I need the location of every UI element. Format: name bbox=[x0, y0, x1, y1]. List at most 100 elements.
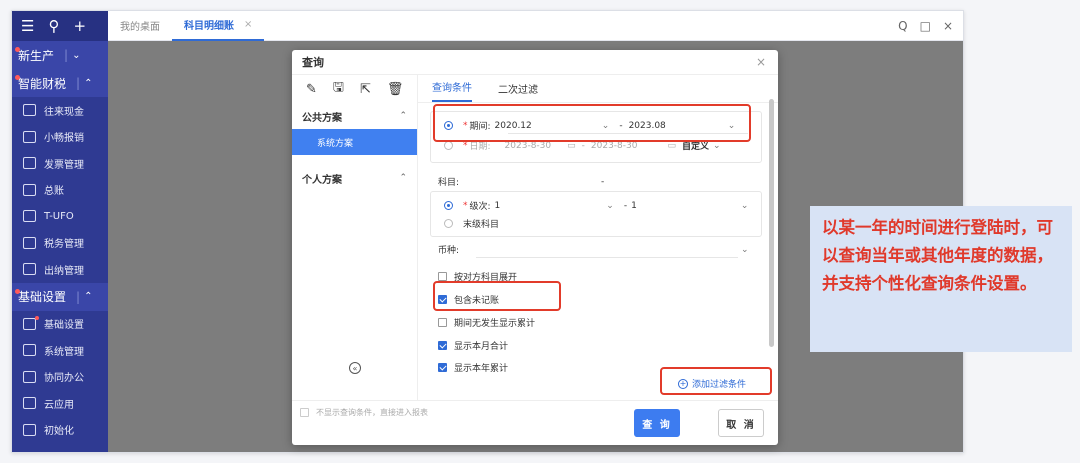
chevron-up-icon[interactable]: ⌃ bbox=[399, 111, 407, 121]
option-label: 显示本年累计 bbox=[454, 364, 509, 374]
notification-dot bbox=[15, 47, 20, 52]
tab-query-conditions[interactable]: 查询条件 bbox=[432, 79, 472, 102]
date-to-value[interactable]: 2023-8-30 bbox=[591, 141, 638, 151]
search-icon[interactable]: Q bbox=[898, 19, 907, 33]
condition-tabs: 查询条件 二次过滤 bbox=[418, 75, 778, 103]
sidebar-section-new-production[interactable]: 新生产 | ⌄ bbox=[12, 41, 108, 69]
edit-icon[interactable]: ✎ bbox=[306, 82, 317, 97]
scrollbar[interactable] bbox=[769, 99, 774, 347]
level-radio[interactable] bbox=[444, 201, 453, 210]
leaf-subject-radio[interactable] bbox=[444, 219, 453, 228]
section-separator: | bbox=[64, 48, 69, 62]
sidebar-item-collab[interactable]: 协同办公 bbox=[12, 364, 108, 391]
sidebar-toolbar: ☰ ⚲ + bbox=[12, 11, 108, 41]
date-from-value[interactable]: 2023-8-30 bbox=[505, 141, 552, 151]
leaf-subject-row[interactable]: 末级科目 bbox=[444, 217, 499, 230]
sidebar: ☰ ⚲ + 新生产 | ⌄ 智能财税 | ⌃ 往来现金 小畅报销 发票管理 总账… bbox=[12, 11, 108, 452]
sidebar-item-cloud[interactable]: 云应用 bbox=[12, 390, 108, 417]
collapse-panel-icon[interactable]: « bbox=[349, 362, 361, 374]
query-button[interactable]: 查 询 bbox=[634, 409, 680, 437]
plus-icon[interactable]: + bbox=[73, 18, 86, 34]
close-icon[interactable]: × bbox=[943, 19, 953, 33]
chevron-down-icon[interactable]: ⌄ bbox=[606, 201, 614, 211]
chevron-up-icon[interactable]: ⌃ bbox=[399, 173, 407, 183]
sidebar-item-expense[interactable]: 小畅报销 bbox=[12, 124, 108, 151]
option-year-total[interactable]: 显示本年累计 bbox=[438, 361, 508, 374]
subject-row[interactable]: 科目: - bbox=[438, 175, 605, 189]
search-icon[interactable]: ⚲ bbox=[48, 18, 59, 34]
option-month-total[interactable]: 显示本月合计 bbox=[438, 339, 508, 352]
close-icon[interactable]: × bbox=[756, 55, 766, 69]
chevron-down-icon[interactable]: ⌄ bbox=[72, 50, 80, 61]
sidebar-item-cashier[interactable]: 出纳管理 bbox=[12, 256, 108, 283]
level-row[interactable]: * 级次: 1 ⌄ - 1 ⌄ bbox=[444, 199, 748, 212]
sidebar-item-label: 初始化 bbox=[44, 426, 74, 438]
delete-icon[interactable]: 🗑 bbox=[387, 82, 404, 97]
personal-plan-group[interactable]: 个人方案 ⌃ bbox=[292, 165, 417, 191]
notification-dot bbox=[15, 288, 20, 294]
tab-subject-detail-ledger[interactable]: 科目明细账 × bbox=[172, 11, 265, 41]
plan-item-label: 系统方案 bbox=[317, 138, 354, 149]
level-from-value[interactable]: 1 bbox=[495, 201, 501, 211]
sidebar-item-invoice[interactable]: 发票管理 bbox=[12, 150, 108, 177]
notification-dot bbox=[15, 75, 20, 80]
skip-conditions-option[interactable]: 不显示查询条件，直接进入报表 bbox=[300, 407, 428, 418]
section-label: 基础设置 bbox=[18, 290, 67, 304]
date-radio[interactable] bbox=[444, 141, 453, 150]
currency-underline bbox=[476, 257, 738, 258]
tab-home[interactable]: 我的桌面 bbox=[108, 11, 172, 41]
sidebar-item-tax[interactable]: 税务管理 bbox=[12, 230, 108, 257]
dialog-title: 查询 bbox=[302, 56, 324, 69]
leaf-subject-label: 末级科目 bbox=[463, 220, 500, 230]
calendar-icon[interactable]: ▭ bbox=[667, 141, 676, 151]
maximize-icon[interactable]: □ bbox=[920, 19, 931, 33]
section-separator: | bbox=[76, 289, 81, 304]
checkbox[interactable] bbox=[438, 363, 447, 372]
export-icon[interactable]: ⇱ bbox=[360, 82, 371, 97]
sidebar-item-tufo[interactable]: T-UFO bbox=[12, 203, 108, 230]
subject-label: 科目: bbox=[438, 178, 460, 188]
settings-icon bbox=[23, 315, 39, 330]
sidebar-item-basic-settings[interactable]: 基础设置 bbox=[12, 311, 108, 338]
menu-icon[interactable]: ☰ bbox=[21, 18, 34, 34]
highlight-period bbox=[433, 104, 751, 142]
sidebar-item-general-ledger[interactable]: 总账 bbox=[12, 177, 108, 204]
highlight-include-unposted bbox=[433, 281, 561, 311]
checkbox[interactable] bbox=[300, 408, 309, 417]
close-icon[interactable]: × bbox=[244, 19, 252, 30]
section-label: 智能财税 bbox=[18, 76, 67, 91]
chevron-up-icon[interactable]: ⌃ bbox=[84, 78, 92, 89]
save-icon[interactable]: 🖫 bbox=[333, 78, 344, 100]
system-icon bbox=[23, 344, 36, 357]
sidebar-item-system[interactable]: 系统管理 bbox=[12, 337, 108, 364]
sidebar-item-label: 出纳管理 bbox=[44, 265, 84, 277]
range-separator: - bbox=[581, 140, 585, 151]
sidebar-item-ar-cash[interactable]: 往来现金 bbox=[12, 97, 108, 124]
sidebar-item-label: 协同办公 bbox=[44, 373, 84, 385]
cloud-icon bbox=[23, 397, 36, 410]
tab-secondary-filter[interactable]: 二次过滤 bbox=[498, 81, 538, 102]
sidebar-section-basic-settings[interactable]: 基础设置 | ⌃ bbox=[12, 282, 108, 311]
subject-range-separator: - bbox=[601, 176, 605, 187]
sidebar-item-init[interactable]: 初始化 bbox=[12, 417, 108, 444]
sidebar-section-smart-finance[interactable]: 智能财税 | ⌃ bbox=[12, 69, 108, 97]
window-controls: Q □ × bbox=[898, 19, 953, 33]
plan-group-label: 个人方案 bbox=[302, 174, 342, 186]
cancel-button[interactable]: 取 消 bbox=[718, 409, 764, 437]
chevron-up-icon[interactable]: ⌃ bbox=[84, 291, 92, 302]
chevron-down-icon[interactable]: ⌄ bbox=[741, 245, 749, 255]
tax-icon bbox=[23, 236, 36, 249]
calendar-icon[interactable]: ▭ bbox=[567, 141, 576, 151]
system-plan-item[interactable]: 系统方案 bbox=[292, 129, 417, 155]
collaboration-icon bbox=[23, 370, 36, 383]
level-to-value[interactable]: 1 bbox=[631, 201, 637, 211]
public-plan-group[interactable]: 公共方案 ⌃ bbox=[292, 103, 417, 129]
checkbox[interactable] bbox=[438, 341, 447, 350]
option-show-cumulative[interactable]: 期间无发生显示累计 bbox=[438, 316, 535, 329]
chevron-down-icon[interactable]: ⌄ bbox=[713, 141, 721, 151]
chevron-down-icon[interactable]: ⌄ bbox=[741, 201, 749, 211]
checkbox[interactable] bbox=[438, 272, 447, 281]
currency-row[interactable]: 币种: ⌄ bbox=[438, 243, 749, 257]
option-label: 不显示查询条件，直接进入报表 bbox=[316, 408, 428, 417]
checkbox[interactable] bbox=[438, 318, 447, 327]
